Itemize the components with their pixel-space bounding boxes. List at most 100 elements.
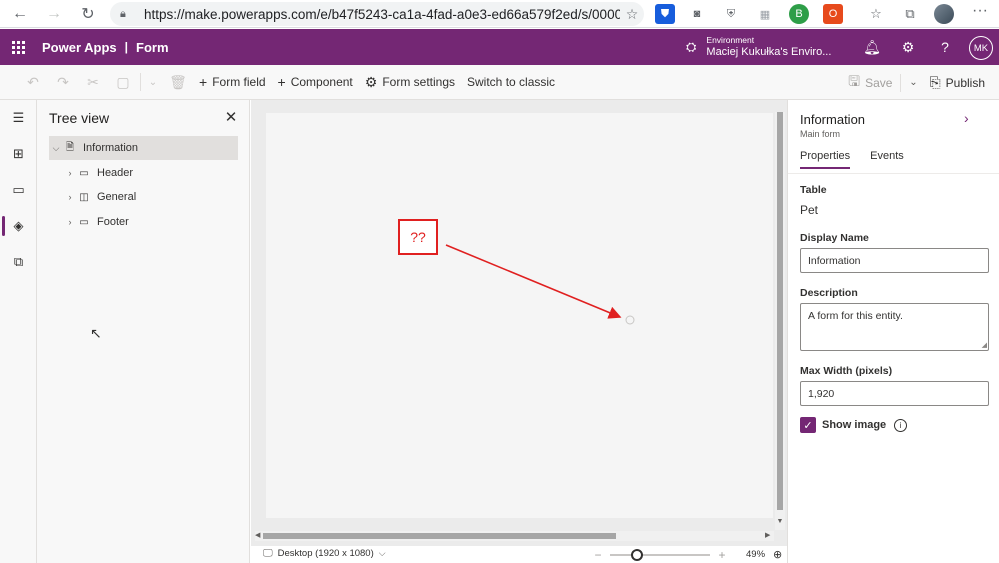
tab-events[interactable]: Events — [870, 150, 904, 169]
component-label: Component — [290, 75, 353, 89]
tree-item-header[interactable]: › ▭ Header — [49, 161, 238, 185]
redo-icon[interactable]: ↷ — [48, 65, 78, 100]
app-launcher-icon[interactable] — [0, 29, 36, 65]
horizontal-scrollbar[interactable]: ◀ ▶ — [255, 531, 774, 541]
shield-extension-icon[interactable]: ⛨ — [721, 4, 741, 24]
form-libraries-icon[interactable]: ⧉ — [0, 244, 37, 280]
device-label: Desktop (1920 x 1080) — [277, 548, 374, 559]
tree-item-label: Footer — [97, 216, 129, 228]
green-extension-icon[interactable]: B — [789, 4, 809, 24]
undo-icon[interactable]: ↶ — [18, 65, 48, 100]
properties-title: Information — [800, 112, 866, 127]
scroll-down-arrow-icon[interactable]: ▼ — [775, 518, 785, 525]
vertical-scrollbar[interactable]: ▼ — [775, 112, 785, 530]
delete-icon[interactable]: 🗑︎ — [163, 65, 193, 100]
camera-extension-icon[interactable]: ◙ — [687, 4, 707, 24]
close-icon[interactable]: ✕ — [223, 108, 239, 126]
show-image-label[interactable]: Show image — [822, 419, 886, 431]
chevron-right-icon[interactable]: › — [63, 192, 77, 202]
properties-tabs: Properties Events — [800, 150, 924, 169]
app-header: Power Apps | Form ⛭ Environment Maciej K… — [0, 29, 999, 65]
annotation-arrow — [445, 244, 635, 325]
tree-view-title: Tree view — [49, 110, 110, 126]
max-width-field[interactable]: 1,920 — [800, 381, 989, 406]
scroll-left-arrow-icon[interactable]: ◀ — [255, 531, 260, 539]
desktop-monitor-icon: 🖵︎ — [263, 548, 273, 559]
show-image-option: ✓ Show image i — [800, 417, 908, 433]
browser-toolbar: ← → ↻ 🔒︎ https://make.powerapps.com/e/b4… — [0, 0, 999, 28]
show-image-checkbox[interactable]: ✓ — [800, 417, 816, 433]
header-separator: | — [124, 40, 129, 54]
description-label: Description — [800, 287, 858, 299]
plus-icon: + — [277, 74, 286, 90]
office-extension-icon[interactable]: O — [823, 4, 843, 24]
device-selector[interactable]: 🖵︎ Desktop (1920 x 1080) ⌵ — [263, 548, 386, 559]
notifications-bell-icon[interactable]: 🔔︎ — [854, 29, 890, 65]
back-icon[interactable]: ← — [4, 0, 36, 28]
chevron-down-icon: ⌵ — [378, 548, 386, 558]
tree-view-layers-icon[interactable]: ◈ — [0, 208, 37, 244]
components-icon[interactable]: ⊞ — [0, 136, 37, 172]
form-field-button[interactable]: + Form field — [193, 65, 272, 100]
vertical-scrollbar-thumb[interactable] — [777, 112, 783, 510]
table-value: Pet — [800, 203, 819, 217]
plus-icon: + — [199, 74, 208, 90]
user-avatar[interactable]: MK — [969, 36, 993, 60]
hamburger-menu-icon[interactable]: ☰ — [0, 100, 37, 136]
max-width-label: Max Width (pixels) — [800, 365, 893, 377]
grid-extension-icon[interactable]: ▦ — [755, 4, 775, 24]
chevron-down-icon[interactable]: ⌵ — [49, 143, 63, 154]
cut-icon[interactable]: ✂ — [78, 65, 108, 100]
reload-icon[interactable]: ↻ — [72, 0, 104, 28]
switch-to-classic-button[interactable]: Switch to classic — [461, 65, 561, 100]
zoom-slider[interactable] — [610, 548, 710, 561]
bitwarden-extension-icon[interactable]: ⛊ — [655, 4, 675, 24]
resize-grip-icon[interactable]: ◢ — [982, 341, 987, 349]
tree-item-general[interactable]: › ◫ General — [49, 185, 238, 209]
chevron-right-icon[interactable]: › — [63, 168, 77, 178]
divider — [788, 173, 999, 174]
table-columns-icon[interactable]: ▭ — [0, 172, 37, 208]
paste-icon[interactable]: ▢ — [108, 65, 138, 100]
paste-dropdown-chevron-icon[interactable]: ⌄ — [143, 65, 163, 100]
info-icon[interactable]: i — [894, 418, 908, 432]
annotation-callout: ?? — [398, 219, 438, 255]
zoom-out-icon[interactable]: − — [592, 548, 604, 562]
publish-button[interactable]: ⎘ Publish — [923, 65, 999, 100]
browser-more-icon[interactable]: ··· — [970, 2, 990, 26]
help-icon[interactable]: ? — [927, 29, 963, 65]
environment-icon: ⛭ — [686, 39, 697, 54]
form-settings-button[interactable]: ⚙ Form settings — [359, 65, 461, 100]
app-name[interactable]: Power Apps — [42, 40, 117, 55]
environment-picker[interactable]: ⛭ Environment Maciej Kukułka's Enviro... — [686, 29, 831, 65]
bookmark-star-icon[interactable]: ☆ — [620, 6, 644, 23]
browser-profile-avatar[interactable] — [934, 4, 954, 24]
zoom-in-icon[interactable]: + — [716, 548, 728, 562]
scroll-right-arrow-icon[interactable]: ▶ — [765, 531, 770, 539]
horizontal-scrollbar-thumb[interactable] — [263, 533, 616, 539]
description-field[interactable]: A form for this entity. ◢ — [800, 303, 989, 351]
address-bar[interactable]: 🔒︎ https://make.powerapps.com/e/b47f5243… — [110, 2, 644, 26]
component-button[interactable]: + Component — [272, 65, 359, 100]
form-field-label: Form field — [212, 75, 266, 89]
display-name-field[interactable]: Information — [800, 248, 989, 273]
chevron-right-icon[interactable]: › — [63, 217, 77, 227]
tree-item-label: Information — [83, 142, 139, 154]
favorites-icon[interactable]: ☆ — [866, 4, 886, 24]
save-dropdown-chevron-icon[interactable]: ⌄ — [903, 65, 923, 100]
tab-properties[interactable]: Properties — [800, 150, 851, 169]
tree-item-label: Header — [97, 167, 134, 179]
fit-to-width-icon[interactable]: ⊕ — [773, 548, 782, 561]
tree-item-information[interactable]: ⌵ 🗎︎ Information — [49, 136, 238, 160]
zoom-slider-handle[interactable] — [631, 548, 643, 561]
address-url: https://make.powerapps.com/e/b47f5243-ca… — [144, 6, 620, 22]
save-button[interactable]: 🖫︎ Save — [842, 65, 898, 100]
tree-item-footer[interactable]: › ▭ Footer — [49, 210, 238, 234]
properties-subtitle: Main form — [800, 129, 841, 139]
settings-gear-icon[interactable]: ⚙ — [890, 29, 926, 65]
page-section-title: Form — [136, 39, 169, 55]
display-name-label: Display Name — [800, 232, 869, 244]
chevron-right-icon[interactable]: › — [964, 110, 969, 126]
collections-icon[interactable]: ⧉ — [900, 4, 920, 24]
forward-icon[interactable]: → — [38, 0, 70, 28]
